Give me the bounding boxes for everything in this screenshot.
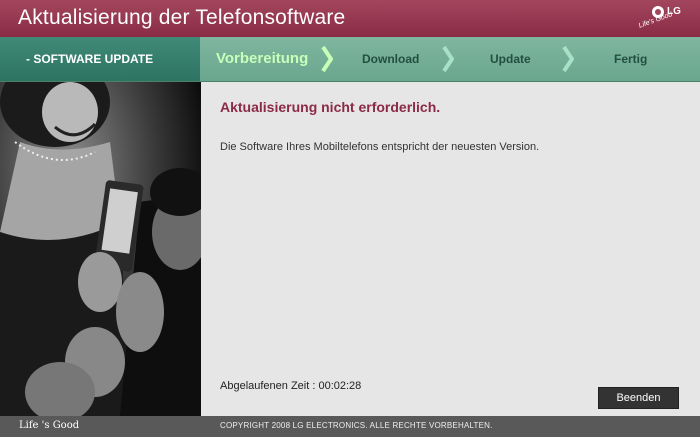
footer-slogan: Life 's Good: [19, 420, 80, 431]
copyright-text: COPYRIGHT 2008 LG ELECTRONICS. ALLE RECH…: [220, 421, 493, 430]
step-fertig: Fertig: [614, 52, 648, 66]
elapsed-time: Abgelaufenen Zeit : 00:02:28: [220, 380, 361, 392]
step-update: Update: [490, 52, 531, 66]
title-bar: Aktualisierung der Telefonsoftware LG Li…: [0, 0, 700, 38]
step-download: Download: [362, 52, 420, 66]
chevron-right-icon: [562, 45, 574, 73]
step-bar: - SOFTWARE UPDATE Vorbereitung Download …: [0, 37, 700, 82]
status-headline: Aktualisierung nicht erforderlich.: [220, 99, 441, 115]
step-vorbereitung: Vorbereitung: [216, 50, 309, 67]
elapsed-time-label: Abgelaufenen Zeit :: [220, 380, 316, 392]
chevron-right-icon: [442, 45, 454, 73]
elapsed-time-value: 00:02:28: [318, 380, 362, 392]
window-title: Aktualisierung der Telefonsoftware: [18, 6, 346, 29]
section-label: - SOFTWARE UPDATE: [0, 37, 200, 81]
exit-button[interactable]: Beenden: [598, 387, 679, 409]
updater-window: Aktualisierung der Telefonsoftware LG Li…: [0, 0, 700, 437]
lg-logo: LG Life's Good: [636, 3, 690, 33]
content-panel: Aktualisierung nicht erforderlich. Die S…: [201, 82, 700, 416]
chevron-right-icon: [321, 45, 333, 73]
footer: Life 's Good COPYRIGHT 2008 LG ELECTRONI…: [0, 416, 700, 437]
promo-photo: [0, 82, 201, 416]
status-message: Die Software Ihres Mobiltelefons entspri…: [220, 141, 540, 153]
